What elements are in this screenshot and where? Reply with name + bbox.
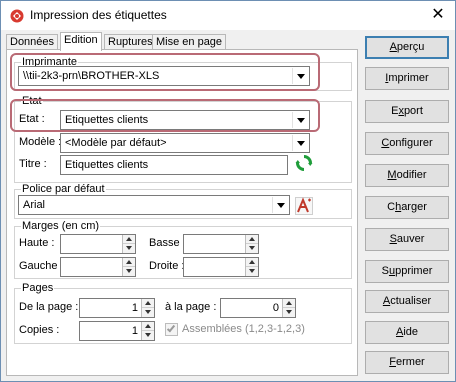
spin-up-icon[interactable] [142, 322, 154, 331]
spin-up-icon[interactable] [123, 258, 135, 267]
aide-button[interactable]: Aide [365, 321, 449, 344]
pages-group-label: Pages [21, 282, 55, 294]
printer-select[interactable]: \\tii-2k3-prn\BROTHER-XLS [18, 66, 310, 86]
modele-label: Modèle : [19, 136, 62, 148]
gauche-label: Gauche : [19, 260, 64, 272]
haute-spinner[interactable] [60, 234, 136, 254]
actualiser-button[interactable]: Actualiser [365, 290, 449, 313]
titre-input-value: Etiquettes clients [65, 159, 149, 171]
etat-select[interactable]: Etiquettes clients [60, 110, 310, 130]
imprimer-button[interactable]: Imprimer [365, 67, 449, 90]
fermer-button[interactable]: Fermer [365, 351, 449, 374]
copies-label: Copies : [19, 324, 60, 336]
copies-spinner[interactable]: 1 [79, 321, 155, 341]
spin-up-icon[interactable] [246, 235, 258, 244]
tab-ruptures[interactable]: Ruptures [104, 34, 157, 50]
chevron-down-icon[interactable] [292, 135, 308, 151]
tab-donnees[interactable]: Données [6, 34, 59, 50]
basse-label: Basse : [149, 237, 186, 249]
spin-down-icon[interactable] [123, 267, 135, 276]
printer-select-value: \\tii-2k3-prn\BROTHER-XLS [23, 70, 160, 82]
edition-panel: Imprimante \\tii-2k3-prn\BROTHER-XLS Eta… [6, 49, 358, 376]
etat-label: Etat : [19, 113, 45, 125]
from-page-spinner[interactable]: 1 [79, 298, 155, 318]
chevron-down-icon[interactable] [292, 68, 308, 84]
font-select[interactable]: Arial [18, 195, 290, 215]
window-title: Impression des étiquettes [30, 8, 167, 22]
apercu-button[interactable]: Aperçu [365, 36, 449, 59]
droite-label: Droite : [149, 260, 185, 272]
tab-edition[interactable]: Edition [60, 32, 102, 51]
printer-group: Imprimante \\tii-2k3-prn\BROTHER-XLS [14, 56, 352, 91]
spin-up-icon[interactable] [246, 258, 258, 267]
spin-down-icon[interactable] [142, 331, 154, 340]
to-page-value: 0 [272, 302, 279, 314]
to-page-label: à la page : [165, 301, 217, 313]
from-page-label: De la page : [19, 301, 79, 313]
sauver-button[interactable]: Sauver [365, 228, 449, 251]
gauche-spinner[interactable] [60, 257, 136, 277]
font-select-value: Arial [23, 199, 46, 211]
collate-checkbox[interactable] [165, 323, 178, 336]
spin-down-icon[interactable] [246, 244, 258, 253]
tab-mise-en-page[interactable]: Mise en page [152, 34, 227, 50]
haute-label: Haute : [19, 237, 55, 249]
chevron-down-icon[interactable] [272, 197, 288, 213]
margins-group-label: Marges (en cm) [21, 220, 101, 232]
basse-spinner[interactable] [183, 234, 259, 254]
collate-label: Assemblées (1,2,3-1,2,3) [182, 323, 305, 335]
titre-input[interactable]: Etiquettes clients [60, 155, 288, 175]
etat-select-value: Etiquettes clients [65, 114, 149, 126]
check-icon [166, 323, 176, 333]
spin-down-icon[interactable] [123, 244, 135, 253]
print-labels-dialog: Impression des étiquettes ✕ Données Edit… [0, 0, 456, 382]
titre-label: Titre : [19, 158, 47, 170]
from-page-value: 1 [131, 302, 138, 314]
supprimer-button[interactable]: Supprimer [365, 260, 449, 283]
etat-group-label: Etat [21, 95, 43, 107]
spin-down-icon[interactable] [142, 308, 154, 317]
spin-up-icon[interactable] [283, 299, 295, 308]
font-group-label: Police par défaut [21, 183, 106, 195]
modele-select[interactable]: <Modèle par défaut> [60, 133, 310, 153]
droite-spinner[interactable] [183, 257, 259, 277]
modele-select-value: <Modèle par défaut> [65, 137, 167, 149]
refresh-icon[interactable] [295, 154, 313, 172]
chevron-down-icon[interactable] [292, 112, 308, 128]
app-icon [10, 9, 24, 23]
spin-up-icon[interactable] [142, 299, 154, 308]
charger-button[interactable]: Charger [365, 196, 449, 219]
spin-down-icon[interactable] [246, 267, 258, 276]
title-bar: Impression des étiquettes ✕ [1, 1, 455, 30]
to-page-spinner[interactable]: 0 [220, 298, 296, 318]
modifier-button[interactable]: Modifier [365, 164, 449, 187]
pages-group: Pages De la page : 1 à la page : 0 Copie… [14, 282, 352, 344]
copies-value: 1 [131, 325, 138, 337]
font-picker-icon[interactable] [295, 197, 313, 215]
margins-group: Marges (en cm) Haute : Basse : Gauche : … [14, 220, 352, 279]
export-button[interactable]: Export [365, 100, 449, 123]
spin-down-icon[interactable] [283, 308, 295, 317]
close-button[interactable]: ✕ [421, 1, 455, 30]
configurer-button[interactable]: Configurer [365, 132, 449, 155]
spin-up-icon[interactable] [123, 235, 135, 244]
